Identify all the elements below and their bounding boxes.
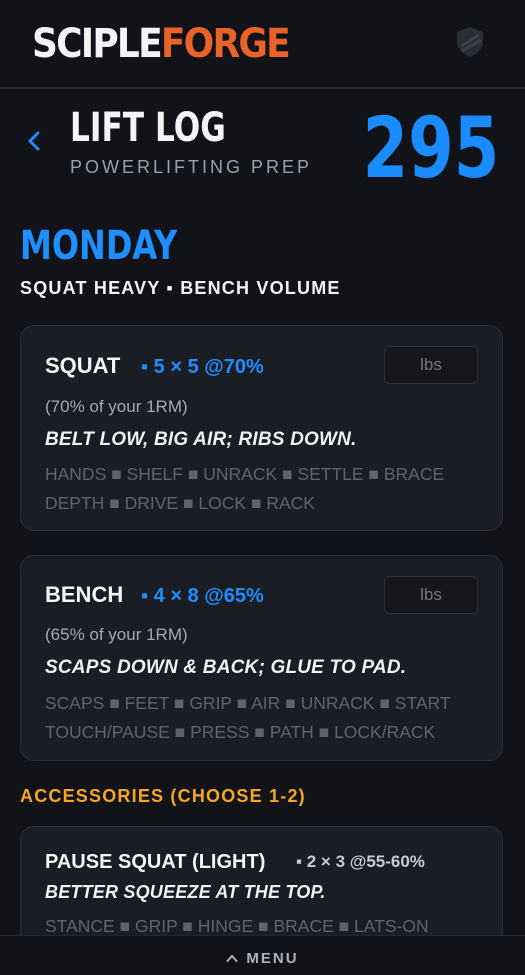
bottom-bar: MENU	[0, 935, 525, 975]
coaching-cue: BELT LOW, BIG AIR; RIBS DOWN.	[45, 429, 357, 450]
top-bar: SCIPLEFORGE	[0, 0, 525, 89]
brand-logo-part1: SCIPLE	[32, 21, 163, 67]
lift-name: BENCH	[45, 582, 124, 607]
chevron-left-icon[interactable]	[24, 126, 48, 158]
accessory-name: PAUSE SQUAT (LIGHT)	[45, 851, 266, 873]
brand-logo-part2: FORGE	[160, 21, 291, 67]
brand-logo[interactable]: SCIPLEFORGE	[32, 18, 291, 70]
coaching-cue: BETTER SQUEEZE AT THE TOP.	[45, 882, 326, 902]
percent-note: (70% of your 1RM)	[45, 397, 188, 416]
shield-icon[interactable]	[452, 24, 488, 60]
accessories-heading: ACCESSORIES (CHOOSE 1-2)	[20, 786, 306, 806]
lift-card-bench: BENCH ▪ 4 × 8 @65% (65% of your 1RM) SCA…	[20, 555, 503, 761]
step-sequence-line: HANDS ■ SHELF ■ UNRACK ■ SETTLE ■ BRACE	[45, 464, 445, 484]
menu-button[interactable]: MENU	[226, 950, 298, 968]
weight-input[interactable]	[384, 576, 478, 614]
day-focus: SQUAT HEAVY ▪ BENCH VOLUME	[20, 278, 341, 298]
lift-sets: ▪ 4 × 8 @65%	[141, 585, 264, 607]
percent-note: (65% of your 1RM)	[45, 625, 188, 644]
step-sequence-line: SCAPS ■ FEET ■ GRIP ■ AIR ■ UNRACK ■ STA…	[45, 693, 451, 713]
step-sequence: SCAPS ■ FEET ■ GRIP ■ AIR ■ UNRACK ■ STA…	[45, 689, 485, 747]
lift-sets: ▪ 5 × 5 @70%	[141, 356, 264, 378]
weight-input[interactable]	[384, 346, 478, 384]
menu-label: MENU	[246, 950, 299, 967]
step-sequence-line: TOUCH/PAUSE ■ PRESS ■ PATH ■ LOCK/RACK	[45, 722, 436, 742]
lift-card-squat: SQUAT ▪ 5 × 5 @70% (70% of your 1RM) BEL…	[20, 325, 503, 531]
step-sequence: HANDS ■ SHELF ■ UNRACK ■ SETTLE ■ BRACE …	[45, 460, 485, 518]
chevron-up-icon	[226, 954, 238, 962]
score-value: 295	[362, 99, 499, 197]
accessory-sets: ▪ 2 × 3 @55-60%	[296, 852, 425, 871]
page-subtitle: POWERLIFTING PREP	[70, 157, 313, 177]
day-heading: MONDAY	[20, 223, 178, 269]
coaching-cue: SCAPS DOWN & BACK; GLUE TO PAD.	[45, 657, 407, 678]
lift-name: SQUAT	[45, 353, 121, 378]
page-title: LIFT LOG	[70, 105, 226, 151]
step-sequence-line: DEPTH ■ DRIVE ■ LOCK ■ RACK	[45, 493, 315, 513]
